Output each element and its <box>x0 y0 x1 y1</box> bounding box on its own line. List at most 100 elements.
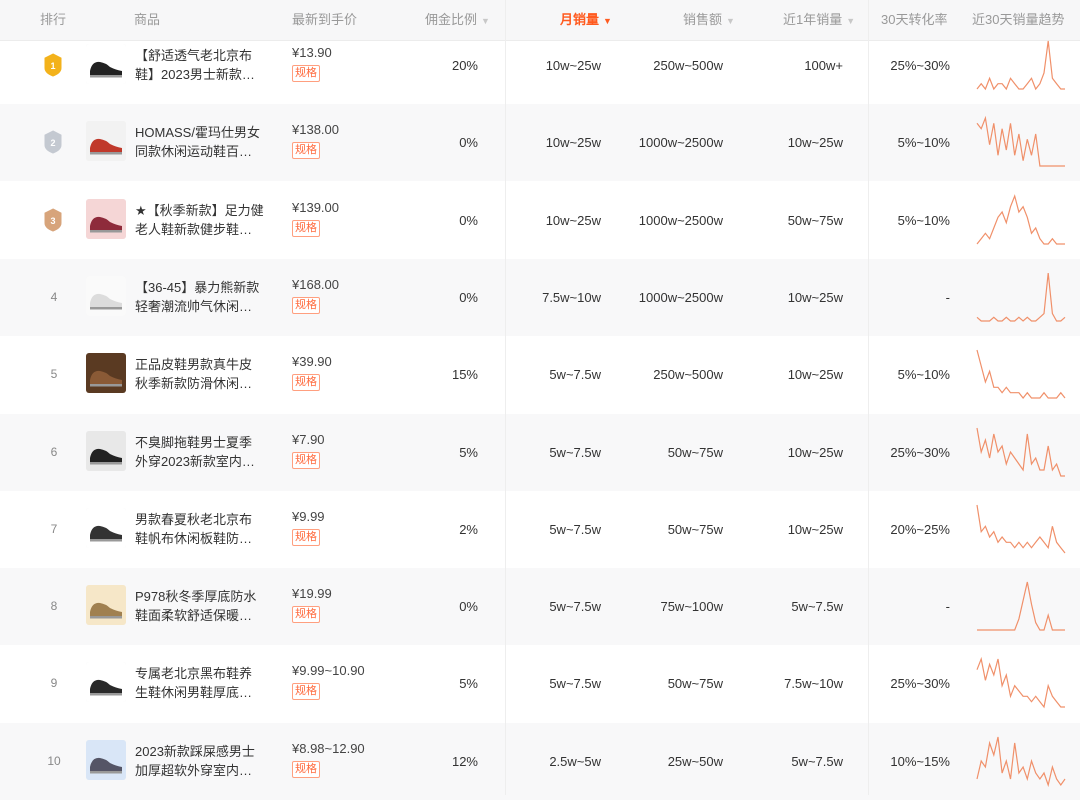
product-name[interactable]: 专属老北京黑布鞋养 生鞋休闲男鞋厚底… <box>135 665 275 702</box>
conversion-rate: 25%~30% <box>890 58 950 73</box>
commission-rate: 0% <box>459 599 478 614</box>
product-name[interactable]: ★【秋季新款】足力健 老人鞋新款健步鞋… <box>135 202 275 239</box>
year-sales: 50w~75w <box>787 213 843 228</box>
product-thumbnail[interactable] <box>86 353 126 393</box>
header-monthly-sales-label: 月销量 <box>560 12 600 27</box>
year-sales: 10w~25w <box>787 135 843 150</box>
spec-button[interactable]: 规格 <box>292 65 320 82</box>
product-thumbnail[interactable] <box>86 276 126 316</box>
trend-line <box>976 504 1066 554</box>
column-divider <box>505 0 506 795</box>
table-row[interactable]: 5 正品皮鞋男款真牛皮 秋季新款防滑休闲… ¥39.90 规格 15% 5w~7… <box>0 336 1080 413</box>
commission-rate: 20% <box>451 58 478 73</box>
product-thumbnail[interactable] <box>86 44 126 84</box>
product-name-line1: HOMASS/霍玛仕男女 <box>135 125 260 140</box>
product-name[interactable]: 不臭脚拖鞋男士夏季 外穿2023新款室内… <box>135 434 275 471</box>
monthly-sales: 10w~25w <box>545 58 601 73</box>
rank-number: 7 <box>50 522 58 536</box>
table-row[interactable]: 9 专属老北京黑布鞋养 生鞋休闲男鞋厚底… ¥9.99~10.90 规格 5% … <box>0 645 1080 722</box>
shoe-icon <box>86 431 126 471</box>
table-row[interactable]: 4 【36-45】暴力熊新款 轻奢潮流帅气休闲… ¥168.00 规格 0% 7… <box>0 259 1080 336</box>
sales-amount: 1000w~2500w <box>638 213 723 228</box>
spec-button[interactable]: 规格 <box>292 606 320 623</box>
product-name-line2: 鞋帆布休闲板鞋防… <box>135 530 253 546</box>
year-sales: 10w~25w <box>787 445 843 460</box>
sales-trend-sparkline <box>976 115 1065 167</box>
table-row[interactable]: 10 2023新款踩屎感男士 加厚超软外穿室内… ¥8.98~12.90 规格 … <box>0 723 1080 800</box>
commission-rate: 0% <box>459 135 478 150</box>
table-row[interactable]: 1 1 【舒适透气老北京布 鞋】2023男士新款… ¥13.90 规格 20% … <box>0 27 1080 104</box>
product-price: ¥9.99~10.90 <box>292 663 365 678</box>
sales-amount: 250w~500w <box>653 367 723 382</box>
spec-button[interactable]: 规格 <box>292 761 320 778</box>
product-name[interactable]: 男款春夏秋老北京布 鞋帆布休闲板鞋防… <box>135 511 275 548</box>
table-row[interactable]: 7 男款春夏秋老北京布 鞋帆布休闲板鞋防… ¥9.99 规格 2% 5w~7.5… <box>0 491 1080 568</box>
monthly-sales: 5w~7.5w <box>549 599 601 614</box>
product-name[interactable]: 【36-45】暴力熊新款 轻奢潮流帅气休闲… <box>135 279 275 316</box>
product-name-line2: 轻奢潮流帅气休闲… <box>135 298 253 314</box>
monthly-sales: 2.5w~5w <box>549 754 601 769</box>
sales-amount: 25w~50w <box>667 754 723 769</box>
conversion-rate: - <box>945 290 950 305</box>
table-row[interactable]: 2 2 HOMASS/霍玛仕男女 同款休闲运动鞋百… ¥138.00 规格 0%… <box>0 104 1080 181</box>
product-name-line2: 鞋】2023男士新款… <box>135 66 255 82</box>
trend-line <box>976 115 1065 167</box>
shoe-icon <box>86 276 126 316</box>
sales-trend-sparkline <box>976 504 1066 554</box>
svg-text:3: 3 <box>50 216 55 226</box>
rank-number: 10 <box>47 754 61 768</box>
sales-amount: 1000w~2500w <box>638 135 723 150</box>
trend-line <box>976 194 1065 245</box>
product-name-line2: 鞋面柔软舒适保暖… <box>135 607 253 623</box>
product-name-line2: 生鞋休闲男鞋厚底… <box>135 684 253 700</box>
monthly-sales: 5w~7.5w <box>549 676 601 691</box>
product-price: ¥9.99 <box>292 509 325 524</box>
spec-button[interactable]: 规格 <box>292 683 320 700</box>
product-thumbnail[interactable] <box>86 662 126 702</box>
sales-amount: 50w~75w <box>667 676 723 691</box>
rank-number: 9 <box>50 676 58 690</box>
product-name[interactable]: HOMASS/霍玛仕男女 同款休闲运动鞋百… <box>135 124 275 161</box>
conversion-rate: 10%~15% <box>890 754 950 769</box>
product-name[interactable]: 正品皮鞋男款真牛皮 秋季新款防滑休闲… <box>135 356 275 393</box>
year-sales: 100w+ <box>804 58 843 73</box>
spec-button[interactable]: 规格 <box>292 374 320 391</box>
table-row[interactable]: 6 不臭脚拖鞋男士夏季 外穿2023新款室内… ¥7.90 规格 5% 5w~7… <box>0 414 1080 491</box>
sales-amount: 50w~75w <box>667 522 723 537</box>
spec-button[interactable]: 规格 <box>292 142 320 159</box>
product-name-line1: 不臭脚拖鞋男士夏季 <box>135 435 253 450</box>
spec-button[interactable]: 规格 <box>292 452 320 469</box>
trend-line <box>976 40 1065 91</box>
product-name[interactable]: 2023新款踩屎感男士 加厚超软外穿室内… <box>135 743 275 780</box>
shoe-icon <box>86 662 126 702</box>
product-price: ¥138.00 <box>292 122 339 137</box>
shoe-icon <box>86 199 126 239</box>
product-name-line2: 加厚超软外穿室内… <box>135 762 253 778</box>
commission-rate: 2% <box>459 522 478 537</box>
conversion-rate: - <box>945 599 950 614</box>
table-row[interactable]: 3 3 ★【秋季新款】足力健 老人鞋新款健步鞋… ¥139.00 规格 0% 1… <box>0 182 1080 259</box>
product-thumbnail[interactable] <box>86 199 126 239</box>
product-name[interactable]: 【舒适透气老北京布 鞋】2023男士新款… <box>135 47 275 84</box>
year-sales: 5w~7.5w <box>791 754 843 769</box>
spec-button[interactable]: 规格 <box>292 220 320 237</box>
product-name-line1: 正品皮鞋男款真牛皮 <box>135 357 253 372</box>
monthly-sales: 10w~25w <box>545 213 601 228</box>
product-name-line1: 男款春夏秋老北京布 <box>135 512 253 527</box>
product-name-line1: P978秋冬季厚底防水 <box>135 589 257 604</box>
commission-rate: 15% <box>451 367 478 382</box>
product-name[interactable]: P978秋冬季厚底防水 鞋面柔软舒适保暖… <box>135 588 275 625</box>
product-price: ¥39.90 <box>292 354 332 369</box>
spec-button[interactable]: 规格 <box>292 297 320 314</box>
commission-rate: 12% <box>451 754 478 769</box>
spec-button[interactable]: 规格 <box>292 529 320 546</box>
product-thumbnail[interactable] <box>86 508 126 548</box>
table-row[interactable]: 8 P978秋冬季厚底防水 鞋面柔软舒适保暖… ¥19.99 规格 0% 5w~… <box>0 568 1080 645</box>
column-divider <box>868 0 869 795</box>
product-thumbnail[interactable] <box>86 740 126 780</box>
year-sales: 7.5w~10w <box>784 676 843 691</box>
product-thumbnail[interactable] <box>86 121 126 161</box>
product-thumbnail[interactable] <box>86 431 126 471</box>
product-thumbnail[interactable] <box>86 585 126 625</box>
commission-rate: 0% <box>459 213 478 228</box>
